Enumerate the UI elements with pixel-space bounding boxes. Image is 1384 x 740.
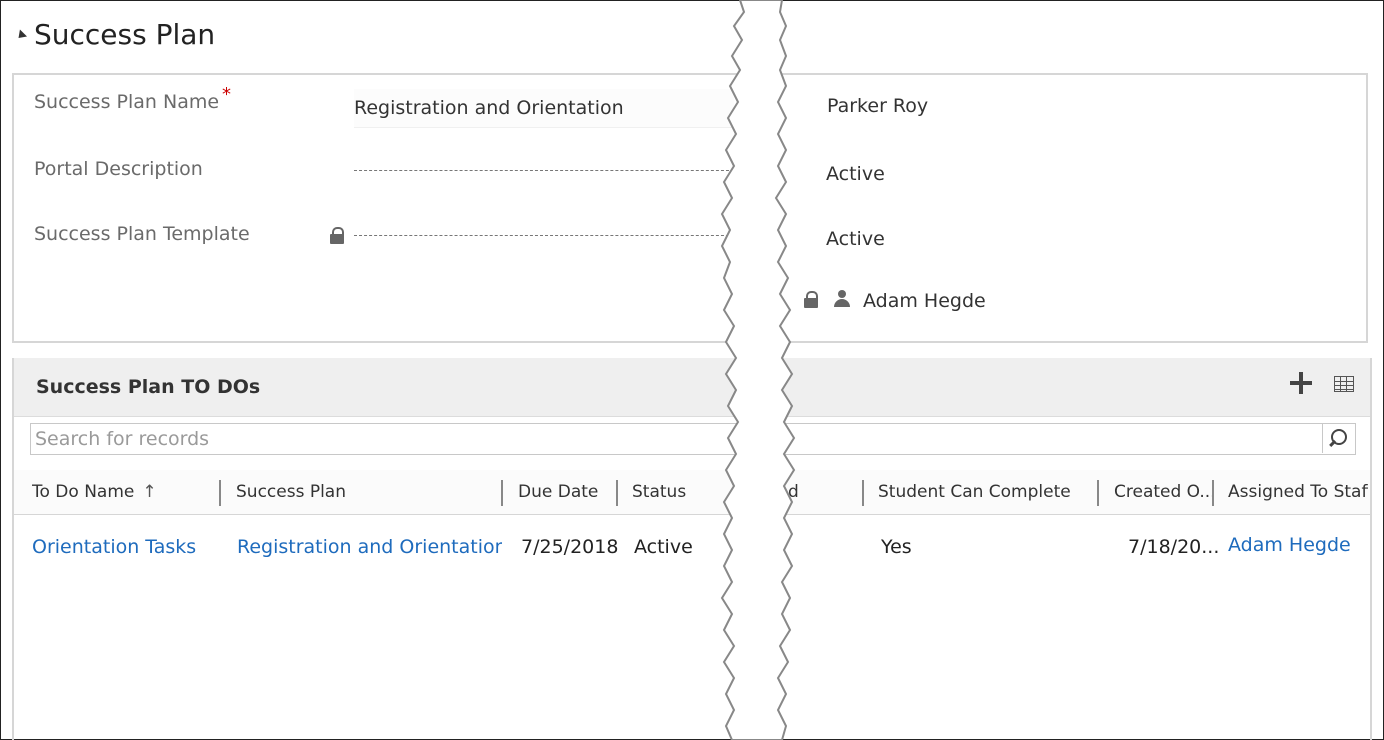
portal-description-label: Portal Description — [34, 158, 203, 180]
column-header-todo-name[interactable]: To Do Name ↑ — [32, 470, 217, 514]
column-header-assigned-to-staff[interactable]: Assigned To Staff — [1228, 470, 1368, 514]
success-plan-template-field — [354, 235, 734, 236]
column-separator[interactable] — [616, 480, 618, 506]
column-header-row: To Do Name ↑ Success Plan Due Date Status… — [14, 470, 1370, 515]
section-title: Success Plan — [34, 17, 216, 51]
status-value-2: Active — [826, 228, 885, 250]
cell-created-on: 7/18/20... — [1128, 536, 1220, 558]
search-button[interactable] — [1322, 424, 1355, 453]
column-header-due-date[interactable]: Due Date — [518, 470, 618, 514]
success-plan-name-label-text: Success Plan Name — [34, 91, 220, 113]
cell-todo-name[interactable]: Orientation Tasks — [32, 536, 217, 558]
cell-status: Active — [634, 536, 693, 558]
column-separator[interactable] — [1212, 480, 1214, 506]
cell-assigned-to-staff[interactable]: Adam Hegde — [1228, 534, 1368, 556]
grid-title: Success Plan TO DOs — [36, 376, 261, 398]
column-header-success-plan[interactable]: Success Plan — [236, 470, 501, 514]
section-header[interactable]: Success Plan — [14, 14, 216, 54]
column-header-status[interactable]: Status — [632, 470, 727, 514]
lock-icon — [330, 227, 344, 244]
collapse-triangle-icon[interactable] — [14, 28, 28, 42]
column-header-created-on[interactable]: Created O... — [1114, 470, 1212, 514]
column-separator[interactable] — [1097, 480, 1099, 506]
owner-link[interactable]: Parker Roy — [827, 95, 928, 117]
success-plan-name-value: Registration and Orientation — [354, 97, 624, 119]
column-header-student-can-complete[interactable]: Student Can Complete — [878, 470, 1098, 514]
success-plan-template-label: Success Plan Template — [34, 223, 250, 245]
column-separator[interactable] — [862, 480, 864, 506]
cell-due-date: 7/25/2018 — [521, 536, 619, 558]
cell-success-plan[interactable]: Registration and Orientation — [237, 536, 502, 558]
status-value-1: Active — [826, 163, 885, 185]
lock-icon — [804, 291, 818, 308]
assigned-staff-link[interactable]: Adam Hegde — [863, 290, 986, 312]
success-plan-name-label: Success Plan Name * — [34, 84, 231, 113]
grid-header: Success Plan TO DOs — [14, 358, 1370, 417]
search-input[interactable] — [35, 426, 1315, 452]
form-box: Success Plan Name * Registration and Orie… — [12, 73, 1368, 343]
column-separator[interactable] — [501, 480, 503, 506]
plus-icon[interactable] — [1290, 372, 1312, 394]
grid-view-icon[interactable] — [1334, 376, 1354, 392]
todo-grid: Success Plan TO DOs To Do Name ↑ Success … — [12, 358, 1372, 740]
success-plan-name-field[interactable]: Registration and Orientation — [354, 89, 734, 128]
column-header-label: To Do Name — [32, 482, 135, 502]
required-marker: * — [222, 84, 232, 105]
sort-ascending-icon: ↑ — [142, 482, 157, 502]
torn-edge-separator — [720, 0, 796, 740]
person-icon — [834, 290, 850, 308]
search-box — [30, 423, 1356, 455]
column-separator[interactable] — [219, 480, 221, 506]
cell-student-can-complete: Yes — [881, 536, 912, 558]
portal-description-field[interactable] — [354, 170, 734, 171]
